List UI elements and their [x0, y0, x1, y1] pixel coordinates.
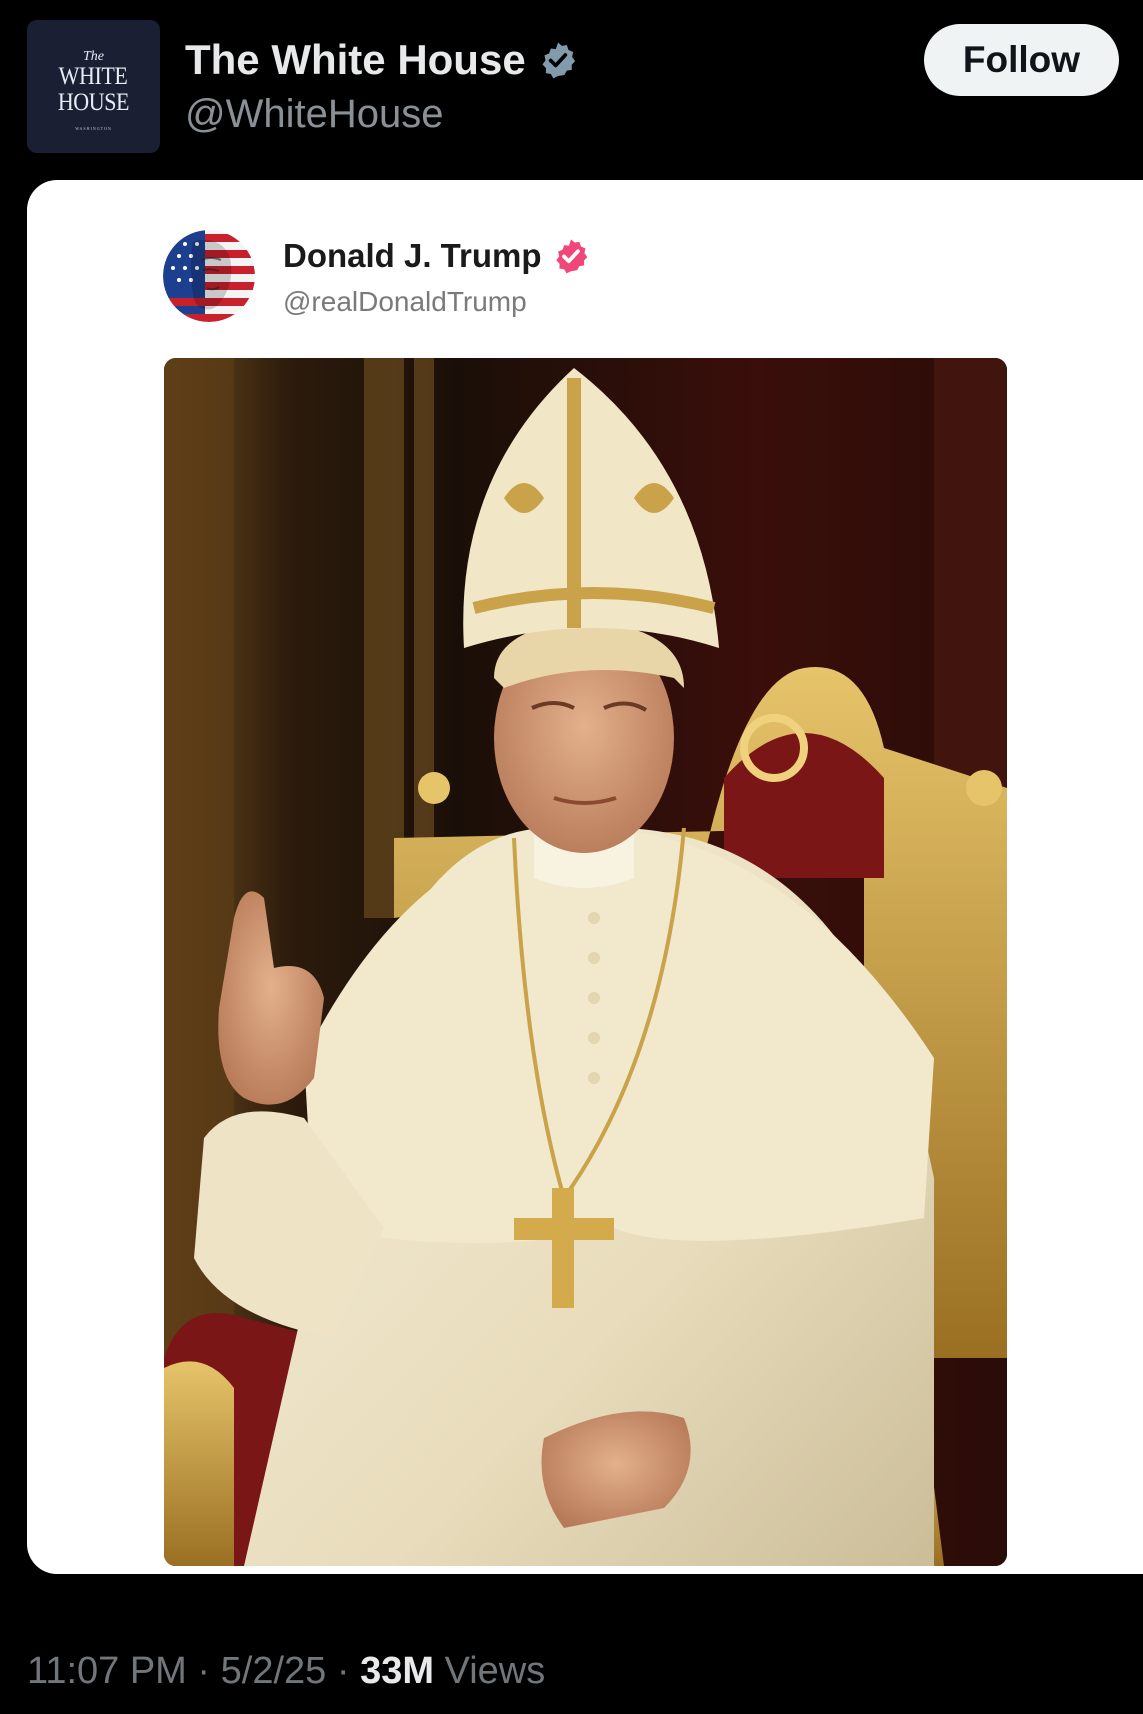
- quoted-author-display-name[interactable]: Donald J. Trump: [283, 236, 542, 276]
- verified-pink-badge-icon: [555, 239, 587, 274]
- post-meta: 11:07 PM · 5/2/25 · 33M Views: [27, 1648, 545, 1694]
- trump-avatar[interactable]: [163, 230, 255, 322]
- quoted-author-name-row[interactable]: Donald J. Trump: [283, 236, 590, 276]
- author-handle[interactable]: @WhiteHouse: [185, 90, 443, 138]
- pope-portrait-image: [164, 358, 1007, 1566]
- author-display-name[interactable]: The White House: [185, 35, 526, 85]
- post-image[interactable]: [164, 358, 1007, 1566]
- white-house-avatar[interactable]: The WHITE HOUSE WASHINGTON: [27, 20, 160, 153]
- author-name-row[interactable]: The White House: [185, 35, 578, 85]
- post-date[interactable]: 5/2/25: [221, 1650, 327, 1692]
- views-label[interactable]: Views: [445, 1650, 546, 1692]
- avatar-logo-the: The: [83, 49, 104, 64]
- verified-gray-badge-icon: [542, 42, 575, 79]
- tweet-header: The WHITE HOUSE WASHINGTON The White Hou…: [0, 0, 1143, 175]
- views-count[interactable]: 33M: [360, 1650, 434, 1692]
- tweet-page: The WHITE HOUSE WASHINGTON The White Hou…: [0, 0, 1143, 1714]
- meta-separator: ·: [197, 1650, 211, 1692]
- quoted-author-handle[interactable]: @realDonaldTrump: [283, 285, 527, 319]
- post-time[interactable]: 11:07 PM: [27, 1650, 187, 1692]
- quoted-post-card[interactable]: Donald J. Trump @realDonaldTrump: [27, 180, 1143, 1574]
- meta-separator: ·: [336, 1650, 350, 1692]
- avatar-logo-washington: WASHINGTON: [75, 126, 112, 131]
- avatar-logo-white: WHITE: [59, 63, 128, 90]
- flag-portrait-avatar-image: [163, 230, 255, 322]
- avatar-logo-house: HOUSE: [57, 89, 130, 116]
- follow-button[interactable]: Follow: [924, 24, 1119, 96]
